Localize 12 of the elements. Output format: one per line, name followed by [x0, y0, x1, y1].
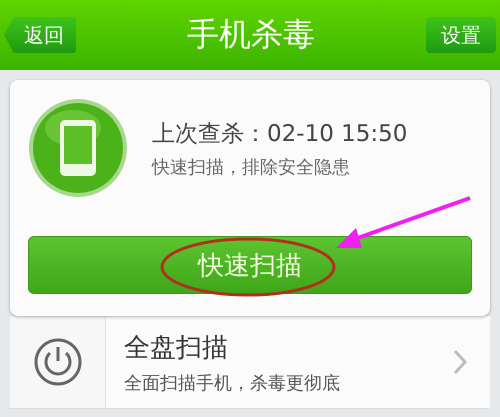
back-button[interactable]: 返回 — [4, 17, 76, 53]
power-icon — [32, 337, 82, 387]
chevron-icon — [452, 348, 468, 376]
phone-icon — [28, 98, 128, 198]
scan-option[interactable]: 全盘扫描 全面扫描手机，杀毒更彻底 — [10, 316, 490, 409]
settings-button[interactable]: 设置 — [426, 17, 496, 53]
option-title: 全盘扫描 — [124, 332, 229, 364]
quick-scan-button[interactable]: 快速扫描 — [28, 236, 472, 294]
option-subtitle: 全面扫描手机，杀毒更彻底 — [124, 372, 341, 394]
page-title: 手机杀毒 — [187, 14, 315, 55]
status-hint: 快速扫描，排除安全隐患 — [152, 156, 351, 178]
last-scan-time: 上次查杀：02-10 15:50 — [152, 120, 408, 148]
